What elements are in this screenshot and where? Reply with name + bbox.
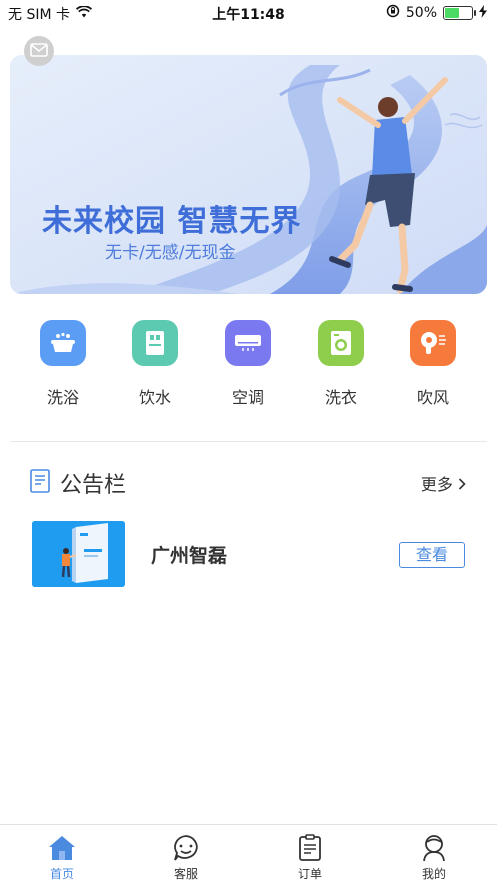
customer-service-icon	[171, 833, 201, 863]
tab-home[interactable]: 首页	[22, 833, 102, 882]
mail-icon	[30, 42, 48, 61]
divider	[10, 441, 487, 442]
banner-title: 未来校园 智慧无界	[42, 204, 302, 239]
tab-label: 我的	[421, 867, 446, 881]
service-bath[interactable]: 洗浴	[18, 320, 108, 408]
rotation-lock-icon	[386, 4, 400, 22]
service-label: 吹风	[416, 388, 449, 407]
washing-machine-icon	[318, 320, 364, 366]
service-grid: 洗浴 饮水 空调 洗衣 吹风	[0, 320, 497, 420]
battery-percent: 50%	[405, 5, 437, 21]
notice-thumbnail	[32, 521, 125, 587]
service-air-conditioner[interactable]: 空调	[203, 320, 293, 408]
service-label: 洗浴	[46, 388, 79, 407]
tab-bar: 首页 客服 订单 我的	[0, 824, 497, 884]
service-water[interactable]: 饮水	[110, 320, 200, 408]
tab-label: 客服	[173, 867, 198, 881]
status-bar: 无 SIM 卡 上午11:48 50%	[0, 0, 497, 26]
battery-icon	[443, 6, 476, 20]
notice-item-title: 广州智磊	[151, 545, 228, 567]
tab-profile[interactable]: 我的	[394, 833, 474, 882]
message-button[interactable]	[24, 36, 54, 66]
charging-icon	[479, 4, 487, 22]
notice-title: 公告栏	[60, 473, 127, 498]
service-hair-dryer[interactable]: 吹风	[388, 320, 478, 408]
more-link[interactable]: 更多	[421, 471, 466, 495]
list-item[interactable]: 广州智磊 查看	[32, 521, 466, 589]
tab-orders[interactable]: 订单	[270, 833, 350, 882]
chevron-right-icon	[458, 475, 466, 494]
order-icon	[295, 833, 325, 863]
notice-header: 公告栏 更多	[30, 465, 470, 498]
notice-board-icon	[30, 469, 50, 497]
hair-dryer-icon	[410, 320, 456, 366]
tab-customer-service[interactable]: 客服	[146, 833, 226, 882]
home-icon	[47, 833, 77, 863]
view-button[interactable]: 查看	[399, 542, 465, 568]
banner-subtitle: 无卡/无感/无现金	[105, 243, 236, 263]
profile-icon	[419, 833, 449, 863]
promo-banner[interactable]: 未来校园 智慧无界 无卡/无感/无现金	[10, 55, 487, 294]
service-label: 洗衣	[324, 388, 357, 407]
bath-icon	[40, 320, 86, 366]
air-conditioner-icon	[225, 320, 271, 366]
service-laundry[interactable]: 洗衣	[296, 320, 386, 408]
tab-label: 首页	[49, 867, 74, 881]
tab-label: 订单	[297, 867, 322, 881]
service-label: 空调	[231, 388, 264, 407]
banner-illustration	[10, 55, 487, 294]
water-dispenser-icon	[132, 320, 178, 366]
more-label: 更多	[420, 475, 453, 494]
service-label: 饮水	[138, 388, 171, 407]
